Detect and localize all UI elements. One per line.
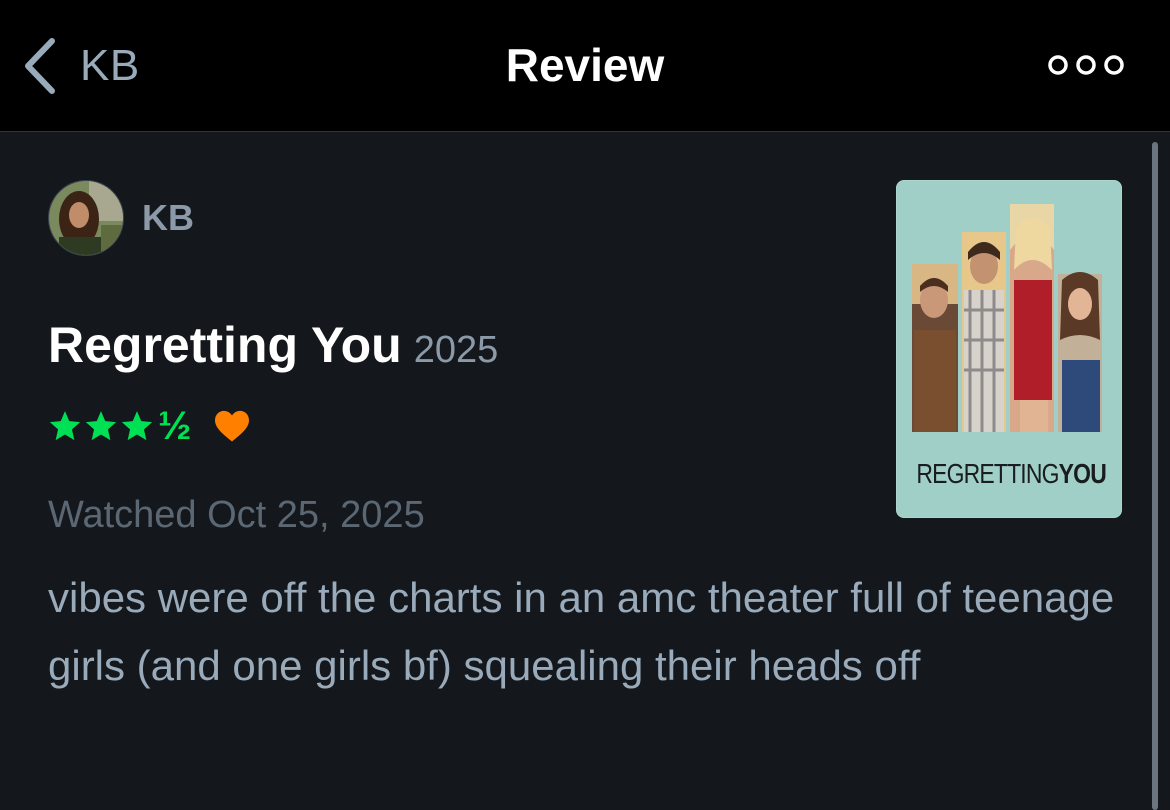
film-poster[interactable]: REGRETTINGYOU [896, 180, 1122, 518]
avatar [48, 180, 124, 256]
watched-date: Watched Oct 25, 2025 [48, 494, 425, 536]
back-button[interactable]: KB [22, 30, 140, 102]
review-body: vibes were off the charts in an amc thea… [48, 574, 1115, 689]
poster-title: REGRETTINGYOU [916, 458, 1106, 489]
chevron-left-icon [25, 38, 55, 94]
top-nav-bar: KB Review [0, 0, 1170, 132]
star-icon [121, 411, 153, 441]
avatar-image [49, 181, 123, 255]
star-rating: ½ [48, 406, 191, 446]
film-title-row: Regretting You 2025 [48, 316, 498, 374]
author-name: KB [142, 197, 194, 238]
poster-artwork [912, 204, 1102, 432]
more-dots-icon [1048, 55, 1124, 75]
liked-heart-icon [215, 410, 250, 442]
film-year[interactable]: 2025 [414, 329, 499, 372]
more-options-button[interactable] [1046, 50, 1126, 80]
star-icon [85, 411, 117, 441]
review-screen: KB Review KB Regretting You 2025 ½ Watch… [0, 0, 1170, 810]
scrollbar[interactable] [1152, 142, 1158, 810]
half-star-glyph: ½ [158, 404, 192, 448]
back-label: KB [80, 41, 140, 90]
star-icon [49, 411, 81, 441]
rating-row: ½ [48, 404, 251, 448]
film-title[interactable]: Regretting You [48, 316, 402, 374]
review-author[interactable]: KB [48, 180, 194, 256]
page-title: Review [505, 39, 665, 91]
